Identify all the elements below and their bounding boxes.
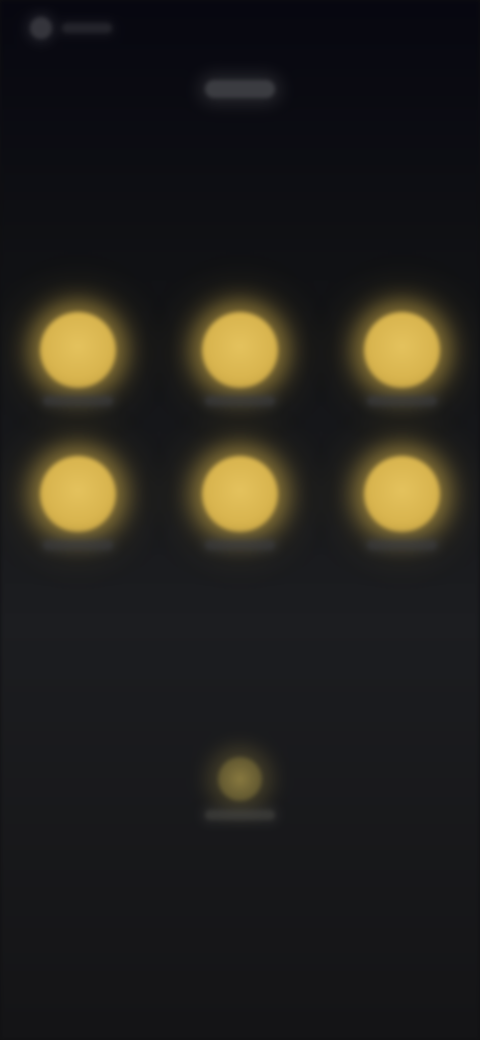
tile-label <box>367 540 437 550</box>
grid-tile-3[interactable] <box>352 300 452 406</box>
circle-icon <box>40 456 116 532</box>
bottom-button-label <box>205 810 275 820</box>
circle-icon <box>40 312 116 388</box>
tile-label <box>367 396 437 406</box>
tile-label <box>43 396 113 406</box>
status-indicator-icon <box>30 17 52 39</box>
status-text <box>62 23 112 33</box>
bottom-button[interactable] <box>205 752 275 820</box>
grid-tile-2[interactable] <box>190 300 290 406</box>
grid-tile-6[interactable] <box>352 444 452 550</box>
circle-icon <box>364 312 440 388</box>
grid-tile-5[interactable] <box>190 444 290 550</box>
blurred-screen <box>0 0 480 1040</box>
circle-icon <box>202 456 278 532</box>
tile-label <box>43 540 113 550</box>
circle-icon <box>202 312 278 388</box>
status-bar <box>30 16 112 40</box>
circle-icon <box>218 757 262 801</box>
page-title <box>205 80 275 98</box>
grid-tile-1[interactable] <box>28 300 128 406</box>
tile-label <box>205 540 275 550</box>
circle-icon <box>364 456 440 532</box>
grid-tile-4[interactable] <box>28 444 128 550</box>
tile-label <box>205 396 275 406</box>
